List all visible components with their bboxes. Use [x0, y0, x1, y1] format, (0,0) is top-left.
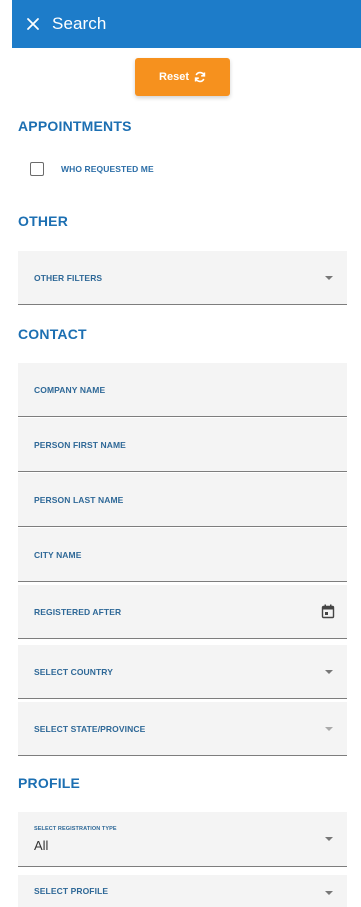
reset-button[interactable]: Reset	[135, 58, 230, 96]
chevron-down-icon	[325, 837, 333, 841]
chevron-down-icon	[325, 669, 333, 674]
reset-label: Reset	[159, 71, 189, 83]
profile-section-title: PROFILE	[18, 775, 81, 791]
other-filters-label: OTHER FILTERS	[34, 272, 103, 283]
select-state-province-label: SELECT STATE/PROVINCE	[34, 723, 146, 734]
reset-container: Reset	[0, 58, 361, 96]
refresh-icon	[194, 71, 206, 83]
company-name-input[interactable]: COMPANY NAME	[18, 363, 347, 417]
person-last-name-input[interactable]: PERSON LAST NAME	[18, 473, 347, 527]
contact-section-title: CONTACT	[18, 326, 87, 342]
person-last-name-label: PERSON LAST NAME	[34, 494, 124, 505]
select-profile-label: SELECT PROFILE	[34, 886, 109, 896]
who-requested-me-row[interactable]: WHO REQUESTED ME	[30, 162, 154, 176]
search-header: Search	[12, 0, 361, 48]
close-icon[interactable]	[26, 17, 40, 31]
header-title: Search	[52, 14, 107, 33]
registered-after-input[interactable]: REGISTERED AFTER	[18, 585, 347, 639]
select-country-select[interactable]: SELECT COUNTRY	[18, 645, 347, 699]
chevron-down-icon	[325, 275, 333, 280]
person-first-name-input[interactable]: PERSON FIRST NAME	[18, 418, 347, 472]
person-first-name-label: PERSON FIRST NAME	[34, 439, 126, 450]
registration-type-select[interactable]: SELECT REGISTRATION TYPE All	[18, 812, 347, 867]
calendar-icon[interactable]	[321, 604, 335, 624]
registration-type-value: All	[34, 838, 49, 853]
other-filters-select[interactable]: OTHER FILTERS	[18, 251, 347, 305]
select-country-label: SELECT COUNTRY	[34, 666, 114, 677]
appointments-section-title: APPOINTMENTS	[18, 118, 132, 134]
chevron-down-icon	[325, 891, 333, 895]
other-section-title: OTHER	[18, 213, 68, 229]
select-profile-select[interactable]: SELECT PROFILE	[18, 875, 347, 907]
registration-type-label: SELECT REGISTRATION TYPE	[34, 826, 117, 832]
select-state-province-select[interactable]: SELECT STATE/PROVINCE	[18, 702, 347, 756]
city-name-label: CITY NAME	[34, 549, 82, 560]
chevron-down-icon	[325, 726, 333, 731]
company-name-label: COMPANY NAME	[34, 384, 106, 395]
who-requested-me-checkbox[interactable]	[30, 162, 44, 176]
registered-after-label: REGISTERED AFTER	[34, 606, 122, 617]
who-requested-me-label: WHO REQUESTED ME	[61, 164, 154, 174]
city-name-input[interactable]: CITY NAME	[18, 528, 347, 582]
